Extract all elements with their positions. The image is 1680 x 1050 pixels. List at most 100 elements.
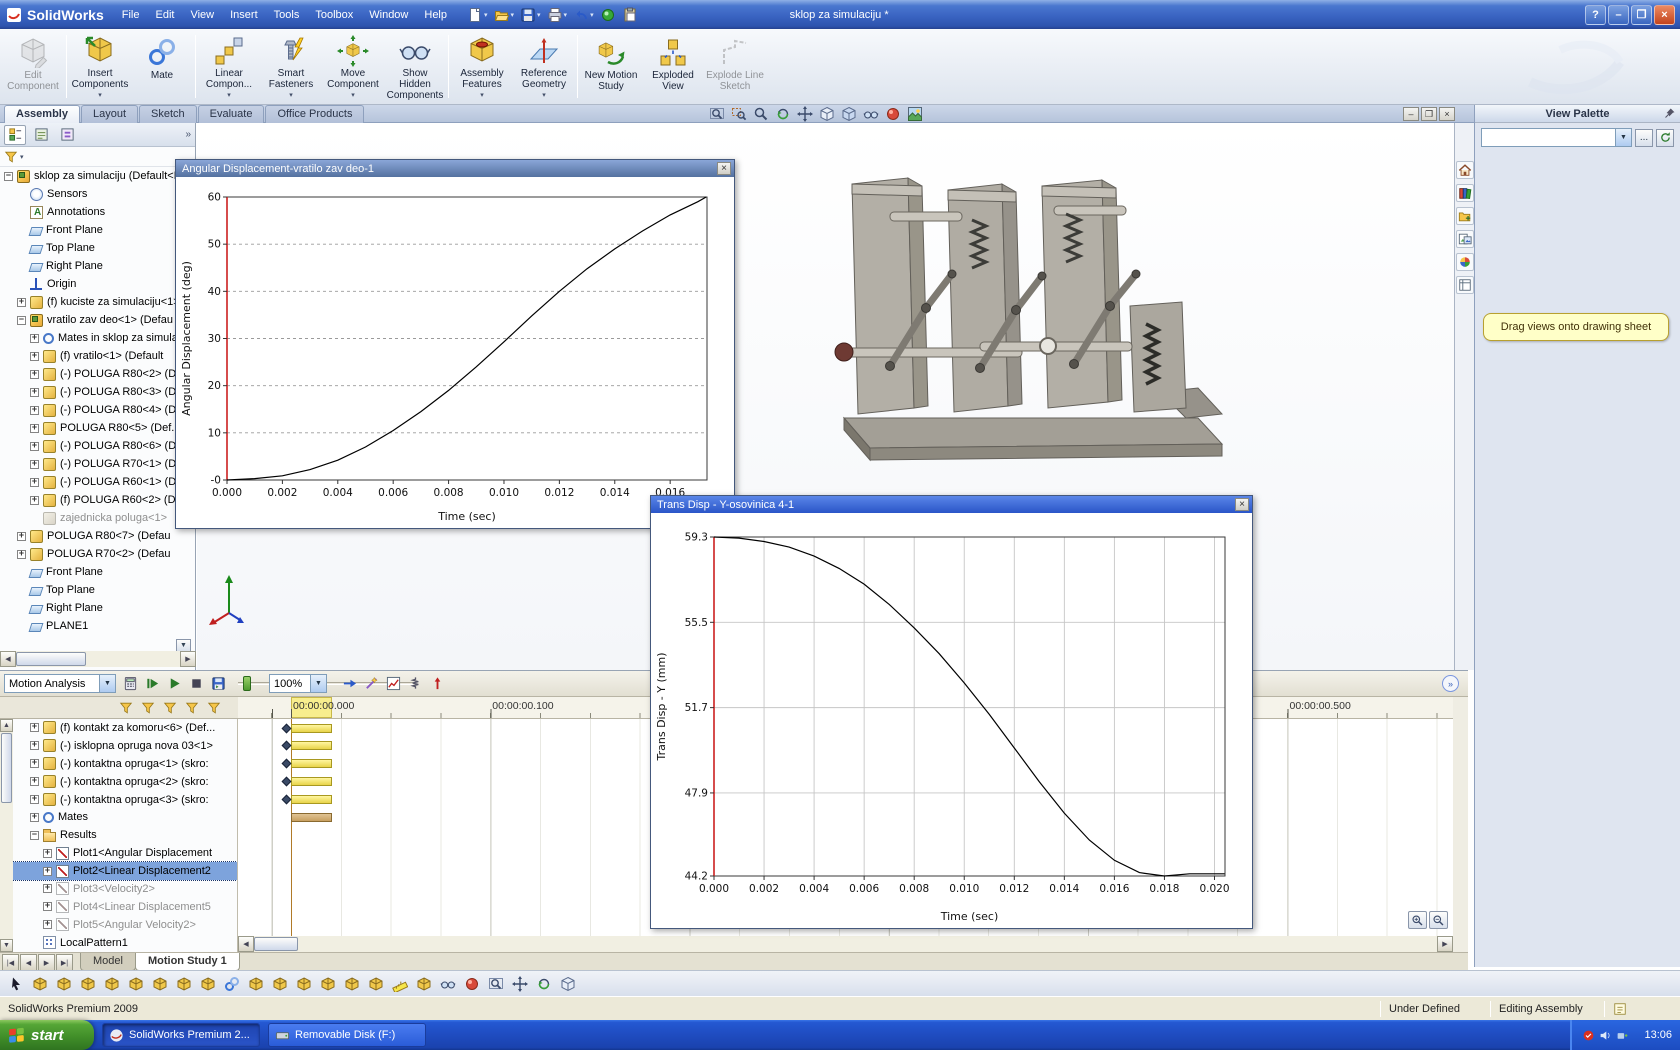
calculate-button[interactable] (120, 674, 140, 694)
tree-item-kontaktna-opruga-3-skro[interactable]: +(-) kontaktna opruga<3> (skro: (13, 791, 237, 809)
dropdown-caret-icon[interactable]: ▾ (590, 11, 594, 19)
close-icon[interactable]: × (1235, 498, 1249, 511)
timeline-key-diamond[interactable] (282, 741, 292, 751)
smart-fasteners-button[interactable] (294, 974, 314, 994)
doc-close-button[interactable]: × (1439, 107, 1455, 121)
timeline-key-bar[interactable] (291, 777, 332, 786)
convert-entities-button[interactable] (150, 974, 170, 994)
expander-icon[interactable]: + (30, 406, 39, 415)
scroll-right-icon[interactable]: ▶ (1437, 936, 1453, 952)
tab-assembly[interactable]: Assembly (4, 105, 80, 123)
tree-item-poluga-r60-1-d[interactable]: +(-) POLUGA R60<1> (D (0, 473, 195, 491)
next-tab-icon[interactable]: ▶ (38, 954, 55, 971)
expander-icon[interactable]: + (43, 849, 52, 858)
close-icon[interactable]: × (717, 162, 731, 175)
stop-button[interactable] (186, 674, 206, 694)
exploded-view-button[interactable]: Exploded View (642, 31, 704, 102)
tab-office-products[interactable]: Office Products (265, 105, 364, 123)
display-style-button[interactable] (839, 106, 858, 122)
tree-item-mates-in-sklop-za-simula[interactable]: +Mates in sklop za simula (0, 329, 195, 347)
overflow-chevron-icon[interactable]: » (185, 129, 191, 140)
study-type-select[interactable]: Motion Analysis ▼ (4, 674, 116, 693)
reference-geometry-button[interactable]: Reference Geometry▾ (513, 31, 575, 102)
paste-button[interactable] (620, 4, 640, 26)
expander-icon[interactable]: + (30, 759, 39, 768)
safely-remove-tray-icon[interactable] (1616, 1029, 1629, 1042)
filter-selected-button[interactable] (182, 698, 201, 717)
select-button[interactable] (6, 974, 26, 994)
assembly-3d-model[interactable] (830, 156, 1230, 476)
tree-item-plot4-linear-displacement5[interactable]: +Plot4<Linear Displacement5 (13, 898, 237, 916)
dropdown-caret-icon[interactable]: ▾ (542, 90, 546, 101)
timeline-key-bar[interactable] (291, 813, 332, 822)
home-button[interactable] (1456, 161, 1474, 179)
view-palette-source-combo[interactable]: ▼ (1481, 128, 1632, 147)
quick-tips-icon[interactable] (1613, 1002, 1627, 1016)
hide-show-items-button[interactable] (438, 974, 458, 994)
save-animation-button[interactable] (208, 674, 228, 694)
maximize-button[interactable]: ❐ (1631, 5, 1652, 25)
tree-item-poluga-r70-2-defau[interactable]: +POLUGA R70<2> (Defau (0, 545, 195, 563)
minimize-button[interactable]: – (1608, 5, 1629, 25)
filter-results-button[interactable] (204, 698, 223, 717)
tree-item-kontaktna-opruga-2-skro[interactable]: +(-) kontaktna opruga<2> (skro: (13, 773, 237, 791)
tab-model[interactable]: Model (80, 953, 136, 971)
menu-tools[interactable]: Tools (266, 6, 308, 24)
menu-help[interactable]: Help (416, 6, 455, 24)
new-document-button[interactable]: ▾ (465, 4, 490, 26)
tree-item-sensors[interactable]: Sensors (0, 185, 195, 203)
hide-show-items-button[interactable] (861, 106, 880, 122)
tree-item-plot5-angular-velocity2[interactable]: +Plot5<Angular Velocity2> (13, 916, 237, 934)
scroll-left-icon[interactable]: ◀ (0, 651, 16, 667)
timeline-zoom-in-button[interactable] (1408, 911, 1427, 929)
filter-all-button[interactable] (116, 698, 135, 717)
mate-button[interactable]: Mate (131, 31, 193, 102)
configurationmanager-tab[interactable] (56, 125, 78, 145)
print-button[interactable]: ▾ (545, 4, 570, 26)
zoom-fit-button[interactable] (707, 106, 726, 122)
expander-icon[interactable]: − (17, 316, 26, 325)
undo-button[interactable]: ▾ (571, 4, 596, 26)
help-button[interactable]: ? (1585, 5, 1606, 25)
refresh-button[interactable] (1656, 129, 1674, 147)
show-hidden-components-button[interactable]: Show Hidden Components (384, 31, 446, 102)
dropdown-caret-icon[interactable]: ▾ (511, 11, 515, 19)
appearance-button[interactable] (883, 106, 902, 122)
measure-button[interactable] (390, 974, 410, 994)
tree-item-front-plane[interactable]: Front Plane (0, 221, 195, 239)
expander-icon[interactable]: + (30, 424, 39, 433)
timeline-key-diamond[interactable] (282, 795, 292, 805)
doc-minimize-button[interactable]: – (1403, 107, 1419, 121)
last-tab-icon[interactable]: ▶| (56, 954, 73, 971)
expander-icon[interactable]: + (30, 741, 39, 750)
timeline-key-diamond[interactable] (282, 759, 292, 769)
animation-wizard-button[interactable] (361, 674, 381, 694)
dropdown-caret-icon[interactable]: ▾ (484, 11, 488, 19)
magnifier-button[interactable] (751, 106, 770, 122)
pan-button[interactable] (795, 106, 814, 122)
tab-motion-study-1[interactable]: Motion Study 1 (135, 953, 240, 971)
pin-icon[interactable] (1664, 107, 1676, 119)
tree-item-sklop-za-simulaciju-default-di[interactable]: −sklop za simulaciju (Default<Di (0, 167, 195, 185)
expander-icon[interactable]: + (30, 723, 39, 732)
plot-window-titlebar[interactable]: Trans Disp - Y-osovinica 4-1 × (651, 496, 1252, 513)
menu-toolbox[interactable]: Toolbox (307, 6, 361, 24)
titlebar[interactable]: SolidWorks FileEditViewInsertToolsToolbo… (0, 0, 1680, 29)
linear-compon-button[interactable]: Linear Compon...▾ (198, 31, 260, 102)
force-element-button[interactable] (427, 674, 447, 694)
line-button[interactable] (78, 974, 98, 994)
filter-caret-icon[interactable]: ▾ (20, 153, 24, 161)
speed-slider-thumb[interactable] (243, 676, 251, 691)
tree-item-right-plane[interactable]: Right Plane (0, 599, 195, 617)
first-tab-icon[interactable]: |◀ (2, 954, 19, 971)
expander-icon[interactable]: + (30, 478, 39, 487)
tree-item-origin[interactable]: Origin (0, 275, 195, 293)
move-component-button[interactable] (246, 974, 266, 994)
plot-window-trans-disp[interactable]: Trans Disp - Y-osovinica 4-1 × 0.0000.00… (650, 495, 1253, 929)
expander-icon[interactable]: + (30, 352, 39, 361)
scroll-down-icon[interactable]: ▼ (0, 939, 13, 952)
expander-icon[interactable]: + (43, 920, 52, 929)
timeline-key-bar[interactable] (291, 724, 332, 733)
expander-icon[interactable]: + (17, 532, 26, 541)
antivirus-tray-icon[interactable] (1582, 1029, 1595, 1042)
